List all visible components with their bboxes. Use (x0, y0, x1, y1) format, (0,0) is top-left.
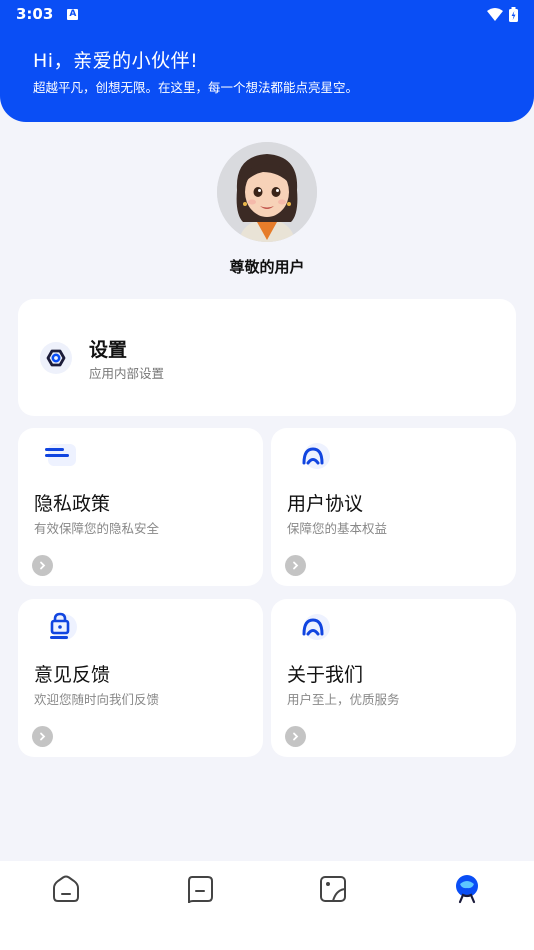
feedback-card[interactable]: 意见反馈 欢迎您随时向我们反馈 (18, 599, 263, 757)
bottom-tab-bar (0, 861, 534, 950)
tab-gallery[interactable] (313, 869, 353, 909)
tile-desc: 欢迎您随时向我们反馈 (34, 692, 160, 707)
chevron-right-icon[interactable] (285, 555, 306, 576)
settings-card[interactable]: 设置 应用内部设置 (18, 299, 516, 416)
greeting-subtitle: 超越平凡，创想无限。在这里，每一个想法都能点亮星空。 (33, 80, 359, 95)
user-arch-icon (295, 440, 331, 470)
document-lines-icon (42, 440, 78, 470)
avatar[interactable] (217, 142, 317, 242)
user-arch-icon (295, 611, 331, 641)
chevron-right-icon[interactable] (285, 726, 306, 747)
tile-title: 隐私政策 (34, 493, 111, 515)
tile-title: 关于我们 (287, 664, 364, 686)
tile-title: 用户协议 (287, 493, 364, 515)
header-banner: 3:03 A Hi，亲爱的小伙伴! 超越平凡，创想无限。在这里，每一个想法都能点… (0, 0, 534, 122)
profile-icon (456, 875, 478, 904)
settings-hexagon-icon (39, 341, 73, 379)
privacy-policy-card[interactable]: 隐私政策 有效保障您的隐私安全 (18, 428, 263, 586)
status-time: 3:03 (16, 5, 54, 23)
about-us-card[interactable]: 关于我们 用户至上，优质服务 (271, 599, 516, 757)
tile-desc: 保障您的基本权益 (287, 521, 388, 536)
avatar-portrait (217, 142, 317, 242)
greeting-text: Hi，亲爱的小伙伴! (33, 50, 199, 72)
chat-icon (188, 876, 213, 904)
tile-desc: 有效保障您的隐私安全 (34, 521, 160, 536)
home-icon (53, 875, 79, 902)
battery-icon (509, 6, 518, 22)
status-bar: 3:03 A (16, 4, 518, 24)
chevron-right-icon[interactable] (32, 726, 53, 747)
username: 尊敬的用户 (229, 258, 305, 276)
tile-desc: 用户至上，优质服务 (287, 692, 400, 707)
tile-title: 意见反馈 (34, 664, 111, 686)
notification-a-icon: A (67, 8, 79, 20)
settings-desc: 应用内部设置 (89, 366, 165, 381)
gallery-icon (320, 876, 346, 902)
lock-icon (42, 611, 78, 641)
tab-home[interactable] (46, 869, 86, 909)
user-agreement-card[interactable]: 用户协议 保障您的基本权益 (271, 428, 516, 586)
tab-chat[interactable] (180, 869, 220, 909)
settings-title: 设置 (89, 339, 128, 361)
wifi-icon (487, 7, 503, 21)
tab-profile[interactable] (447, 869, 487, 909)
chevron-right-icon[interactable] (32, 555, 53, 576)
